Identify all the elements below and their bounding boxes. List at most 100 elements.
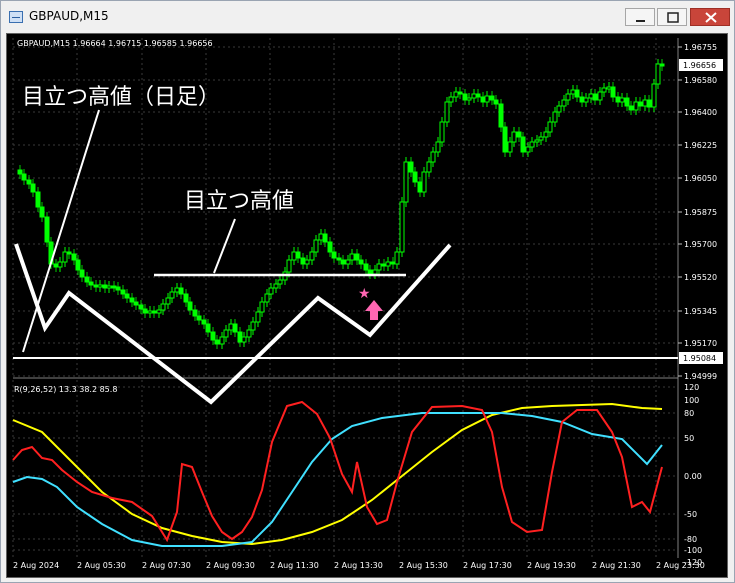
candle-body (610, 86, 616, 98)
time-scale[interactable]: 2 Aug 2024 2 Aug 05:30 2 Aug 07:30 2 Aug 09… (13, 561, 705, 570)
candle-body (534, 139, 540, 143)
price-scale[interactable]: 1.96755 1.96580 1.96400 1.96225 1.96050 1.958… (678, 43, 717, 381)
candle-body (516, 131, 522, 138)
indicator-tick-label: -50 (684, 510, 697, 519)
candle-body (318, 233, 324, 241)
candle-body (403, 161, 409, 203)
candle-body (44, 216, 50, 243)
minimize-button[interactable] (625, 8, 655, 26)
price-tick-label: 1.96050 (684, 174, 717, 183)
candle-body (201, 319, 207, 325)
candle-body (642, 99, 648, 107)
candle-body (156, 309, 162, 314)
candle-body (358, 259, 364, 265)
candle-body (592, 93, 598, 101)
candle-body (210, 331, 216, 341)
candle-body (624, 97, 630, 107)
candle-body (147, 310, 153, 314)
candle-body (529, 141, 535, 148)
price-tick-label: 1.95875 (684, 208, 717, 217)
candle-body (511, 131, 517, 143)
candle-body (187, 301, 193, 311)
candle-body (219, 336, 225, 345)
time-tick-label: 2 Aug 13:30 (334, 561, 383, 570)
time-tick-label: 2 Aug 2024 (13, 561, 59, 570)
candle-body (628, 105, 634, 111)
candle-body (205, 323, 211, 333)
time-tick-label: 2 Aug 19:30 (527, 561, 576, 570)
maximize-button[interactable] (657, 8, 687, 26)
candle-body (264, 293, 270, 303)
chart-area[interactable]: GBPAUD,M15 1.96664 1.96715 1.96585 1.966… (6, 33, 728, 578)
candle-body (399, 201, 405, 253)
candle-body (655, 63, 661, 85)
candle-body (295, 251, 301, 259)
indicator-scale[interactable]: 12010080500.00-50-80-100-120 (684, 383, 702, 567)
candle-body (35, 191, 41, 208)
candle-body (268, 287, 274, 295)
candle-body (259, 301, 265, 313)
candle-body (579, 96, 585, 103)
candle-body (26, 179, 32, 185)
daily-high-pointer-line (22, 109, 100, 353)
candle-body (102, 284, 108, 289)
candle-body (39, 206, 45, 218)
candle-body (619, 97, 625, 103)
candle-body (538, 136, 544, 141)
candle-body (309, 251, 315, 261)
chart-canvas[interactable]: GBPAUD,M15 1.96664 1.96715 1.96585 1.966… (7, 34, 727, 577)
candle-body (192, 309, 198, 317)
candle-body (394, 251, 400, 265)
candle-body (196, 315, 202, 321)
candle-body (462, 93, 468, 101)
window-title: GBPAUD,M15 (29, 9, 109, 23)
candle-body (178, 287, 184, 295)
annotation-m15-high: 目立つ高値 (184, 189, 294, 214)
candle-body (354, 253, 360, 261)
candle-body (53, 263, 59, 268)
candle-body (97, 284, 103, 288)
candle-body (66, 251, 72, 255)
candle-body (552, 111, 558, 123)
candle-body (659, 63, 665, 67)
candle-body (381, 263, 387, 267)
price-tick-label: 1.95700 (684, 240, 717, 249)
candle-body (651, 83, 657, 108)
close-button[interactable] (690, 8, 730, 26)
price-tick-label: 1.95345 (684, 307, 717, 316)
candle-body (250, 321, 256, 331)
indicator-tick-label: -100 (684, 546, 702, 555)
candle-body (241, 336, 247, 343)
candle-body (62, 251, 68, 263)
candle-body (142, 308, 148, 314)
candle-body (583, 97, 589, 103)
candle-body (286, 259, 292, 273)
candle-body (543, 131, 549, 138)
candle-body (435, 141, 441, 153)
candle-body (327, 241, 333, 253)
time-tick-label: 2 Aug 17:30 (463, 561, 512, 570)
up-arrow-icon (365, 300, 383, 320)
candle-body (376, 263, 382, 271)
candle-body (138, 304, 144, 310)
title-bar[interactable]: GBPAUD,M15 (1, 1, 734, 33)
candle-body (480, 96, 486, 103)
indicator-header-text: R(9,26,52) 13.3 38.2 85.8 (14, 385, 117, 394)
candle-body (255, 311, 261, 323)
time-tick-label: 2 Aug 21:30 (592, 561, 641, 570)
candle-body (385, 261, 391, 267)
candle-body (565, 93, 571, 101)
candle-body (475, 93, 481, 98)
candle-body (493, 99, 499, 105)
indicator-line-yellow (12, 402, 663, 546)
chart-window-icon (9, 11, 23, 23)
candle-body (390, 261, 396, 265)
line-price-label: 1.95084 (683, 354, 716, 363)
price-tick-label: 1.95170 (684, 339, 717, 348)
candle-body (345, 259, 351, 265)
indicator-tick-label: 0.00 (684, 472, 702, 481)
candle-body (133, 301, 139, 306)
candle-body (417, 181, 423, 193)
candle-body (430, 151, 436, 163)
candle-body (232, 323, 238, 333)
